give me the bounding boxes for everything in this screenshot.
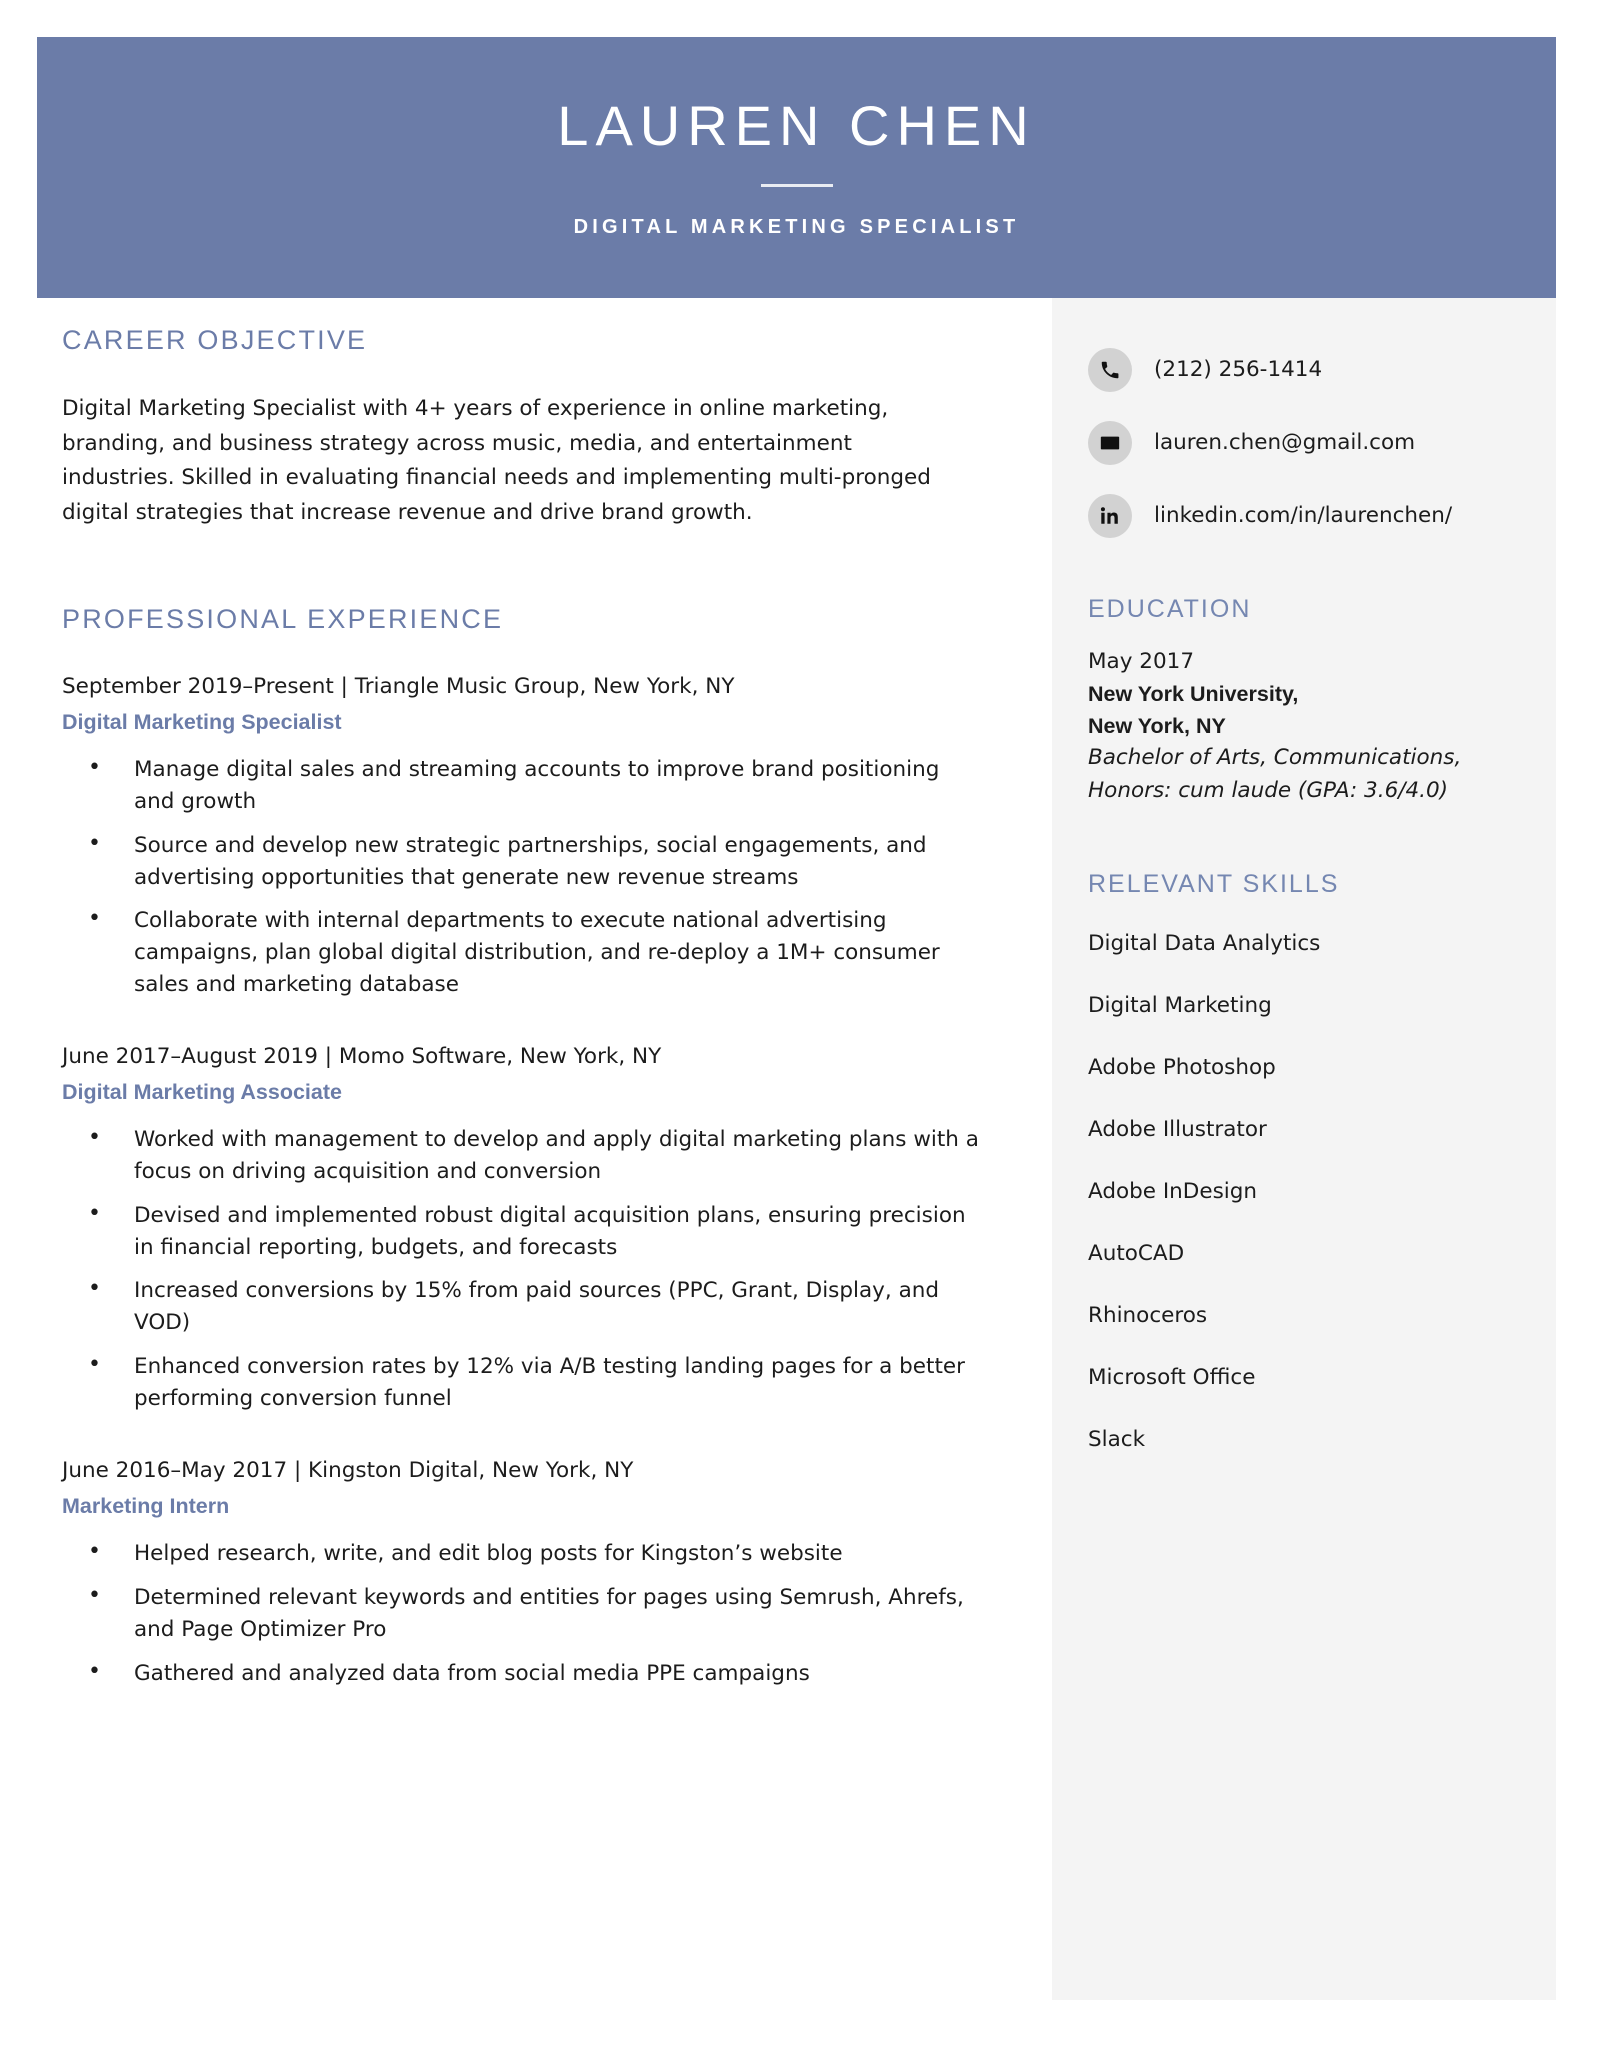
list-item: Determined relevant keywords and entitie… xyxy=(62,1580,982,1646)
email-address: lauren.chen@gmail.com xyxy=(1154,430,1416,456)
phone-icon xyxy=(1088,348,1132,392)
phone-number: (212) 256-1414 xyxy=(1154,357,1323,383)
experience-entry: September 2019–Present | Triangle Music … xyxy=(62,671,982,1001)
contact-row-linkedin[interactable]: linkedin.com/in/laurenchen/ xyxy=(1088,494,1520,538)
list-item: Adobe Photoshop xyxy=(1088,1055,1276,1081)
list-item: Manage digital sales and streaming accou… xyxy=(62,752,982,818)
list-item: Rhinoceros xyxy=(1088,1302,1208,1328)
list-item: Collaborate with internal departments to… xyxy=(62,903,982,1000)
list-item: Adobe InDesign xyxy=(1088,1179,1258,1204)
list-item: Devised and implemented robust digital a… xyxy=(62,1198,982,1264)
skills-list: Digital Data Analytics Digital Marketing… xyxy=(1088,930,1520,1453)
relevant-skills-section: RELEVANT SKILLS Digital Data Analytics D… xyxy=(1088,869,1520,1454)
relevant-skills-heading: RELEVANT SKILLS xyxy=(1088,869,1340,898)
list-item: Source and develop new strategic partner… xyxy=(62,828,982,894)
list-item: Helped research, write, and edit blog po… xyxy=(62,1536,982,1570)
header-subtitle: DIGITAL MARKETING SPECIALIST xyxy=(573,216,1020,238)
job-bullet-list: Helped research, write, and edit blog po… xyxy=(62,1536,982,1690)
job-title: Digital Marketing Associate xyxy=(62,1080,342,1105)
job-meta: June 2016–May 2017 | Kingston Digital, N… xyxy=(62,1457,634,1483)
list-item: Gathered and analyzed data from social m… xyxy=(62,1656,982,1690)
contact-row-email[interactable]: lauren.chen@gmail.com xyxy=(1088,421,1520,465)
list-item: Enhanced conversion rates by 12% via A/B… xyxy=(62,1349,982,1415)
linkedin-icon xyxy=(1088,494,1132,538)
career-objective-section: CAREER OBJECTIVE Digital Marketing Speci… xyxy=(62,325,982,531)
list-item: Adobe Illustrator xyxy=(1088,1117,1267,1143)
list-item: Digital Marketing xyxy=(1088,993,1272,1019)
job-title: Marketing Intern xyxy=(62,1493,230,1518)
contact-info-list: (212) 256-1414 lauren.chen@gmail.com lin… xyxy=(1088,348,1520,538)
job-title: Digital Marketing Specialist xyxy=(62,709,342,734)
list-item: Worked with management to develop and ap… xyxy=(62,1122,982,1188)
education-school-line-1: New York University, xyxy=(1088,681,1299,706)
sidebar: (212) 256-1414 lauren.chen@gmail.com lin… xyxy=(1052,298,1556,2000)
job-bullet-list: Manage digital sales and streaming accou… xyxy=(62,752,982,1001)
education-section: EDUCATION May 2017 New York University, … xyxy=(1088,595,1520,807)
resume-header-banner: LAUREN CHEN DIGITAL MARKETING SPECIALIST xyxy=(37,37,1556,298)
education-heading: EDUCATION xyxy=(1088,595,1252,623)
education-school-line-2: New York, NY xyxy=(1088,714,1226,738)
education-date: May 2017 xyxy=(1088,648,1194,674)
education-degree-line-1: Bachelor of Arts, Communications, xyxy=(1088,745,1462,771)
professional-experience-heading: PROFESSIONAL EXPERIENCE xyxy=(62,604,504,634)
list-item: Microsoft Office xyxy=(1088,1364,1256,1390)
page-title: LAUREN CHEN xyxy=(557,94,1036,157)
experience-entry: June 2016–May 2017 | Kingston Digital, N… xyxy=(62,1455,982,1690)
experience-entry: June 2017–August 2019 | Momo Software, N… xyxy=(62,1041,982,1415)
job-meta: September 2019–Present | Triangle Music … xyxy=(62,673,735,699)
main-content-column: CAREER OBJECTIVE Digital Marketing Speci… xyxy=(62,325,982,1715)
linkedin-url: linkedin.com/in/laurenchen/ xyxy=(1154,503,1453,529)
career-objective-text: Digital Marketing Specialist with 4+ yea… xyxy=(62,395,931,526)
job-meta: June 2017–August 2019 | Momo Software, N… xyxy=(62,1043,662,1069)
education-degree-line-2: Honors: cum laude (GPA: 3.6/4.0) xyxy=(1088,777,1449,803)
list-item: Slack xyxy=(1088,1426,1146,1452)
list-item: Increased conversions by 15% from paid s… xyxy=(62,1273,982,1339)
header-divider xyxy=(760,184,833,187)
email-icon xyxy=(1088,421,1132,465)
job-bullet-list: Worked with management to develop and ap… xyxy=(62,1122,982,1415)
list-item: Digital Data Analytics xyxy=(1088,931,1321,957)
list-item: AutoCAD xyxy=(1088,1240,1185,1266)
professional-experience-section: PROFESSIONAL EXPERIENCE September 2019–P… xyxy=(62,604,982,1690)
contact-row-phone[interactable]: (212) 256-1414 xyxy=(1088,348,1520,392)
career-objective-heading: CAREER OBJECTIVE xyxy=(62,325,368,355)
